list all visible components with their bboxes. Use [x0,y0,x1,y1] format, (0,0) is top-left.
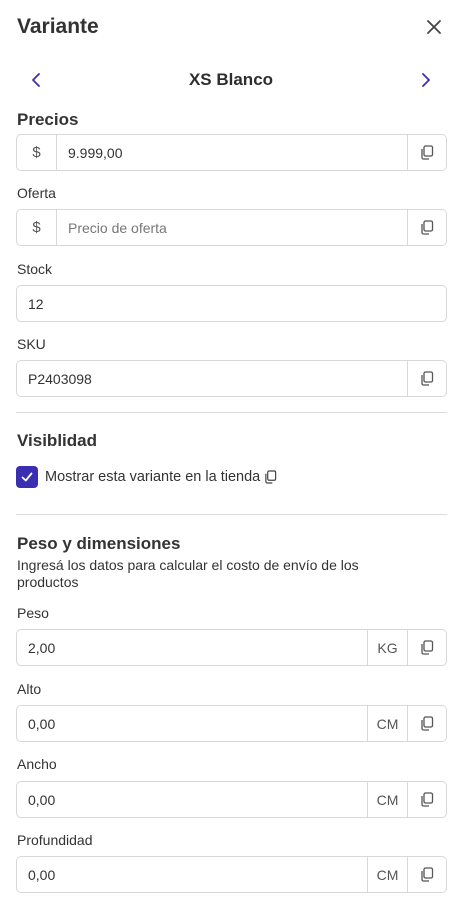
height-unit: CM [367,706,407,741]
depth-input[interactable]: 0,00 [17,857,367,892]
weight-field: 2,00 KG [16,629,447,666]
stock-label: Stock [17,261,53,277]
check-icon [21,472,33,482]
width-unit: CM [367,782,407,817]
copy-icon [421,792,434,807]
divider [16,412,447,413]
width-field: 0,00 CM [16,781,447,818]
dimensions-section-title: Peso y dimensiones [17,534,181,553]
chevron-right-icon[interactable] [415,69,437,91]
dimensions-description: Ingresá los datos para calcular el costo… [17,557,359,590]
copy-icon [421,867,434,882]
prices-section-title: Precios [17,110,79,129]
copy-sku-button[interactable] [407,361,446,396]
show-variant-label[interactable]: Mostrar esta variante en la tienda [45,469,260,485]
sku-field: P2403098 [16,360,447,397]
height-field: 0,00 CM [16,705,447,742]
visibility-checkbox-row: Mostrar esta variante en la tienda [16,466,277,488]
depth-field: 0,00 CM [16,856,447,893]
divider [16,514,447,515]
stock-input[interactable]: 12 [17,286,446,321]
copy-icon [421,145,434,160]
price-input[interactable]: 9.999,00 [57,135,407,170]
weight-input[interactable]: 2,00 [17,630,367,665]
copy-weight-button[interactable] [407,630,446,665]
offer-input[interactable]: Precio de oferta [57,210,407,245]
height-label: Alto [17,681,42,697]
sku-input[interactable]: P2403098 [17,361,407,396]
panel-header: Variante [17,12,445,42]
width-label: Ancho [17,756,57,772]
copy-visibility-button[interactable] [264,470,277,484]
copy-icon [421,371,434,386]
price-field: $ 9.999,00 [16,134,447,171]
offer-label: Oferta [17,185,56,201]
copy-offer-button[interactable] [407,210,446,245]
close-icon[interactable] [423,16,445,38]
visibility-section-title: Visiblidad [17,431,97,450]
copy-icon [421,640,434,655]
width-input[interactable]: 0,00 [17,782,367,817]
copy-width-button[interactable] [407,782,446,817]
copy-icon [421,220,434,235]
panel-title: Variante [17,15,99,38]
copy-depth-button[interactable] [407,857,446,892]
sku-label: SKU [17,336,46,352]
copy-icon [421,716,434,731]
depth-unit: CM [367,857,407,892]
copy-price-button[interactable] [407,135,446,170]
copy-height-button[interactable] [407,706,446,741]
height-input[interactable]: 0,00 [17,706,367,741]
offer-field: $ Precio de oferta [16,209,447,246]
stock-field: 12 [16,285,447,322]
variant-name: XS Blanco [188,70,274,89]
weight-unit: KG [367,630,407,665]
weight-label: Peso [17,605,49,621]
variant-navigation: XS Blanco [17,66,445,94]
depth-label: Profundidad [17,832,93,848]
currency-prefix: $ [17,135,57,170]
currency-prefix: $ [17,210,57,245]
show-variant-checkbox[interactable] [16,466,38,488]
copy-icon [265,470,277,484]
